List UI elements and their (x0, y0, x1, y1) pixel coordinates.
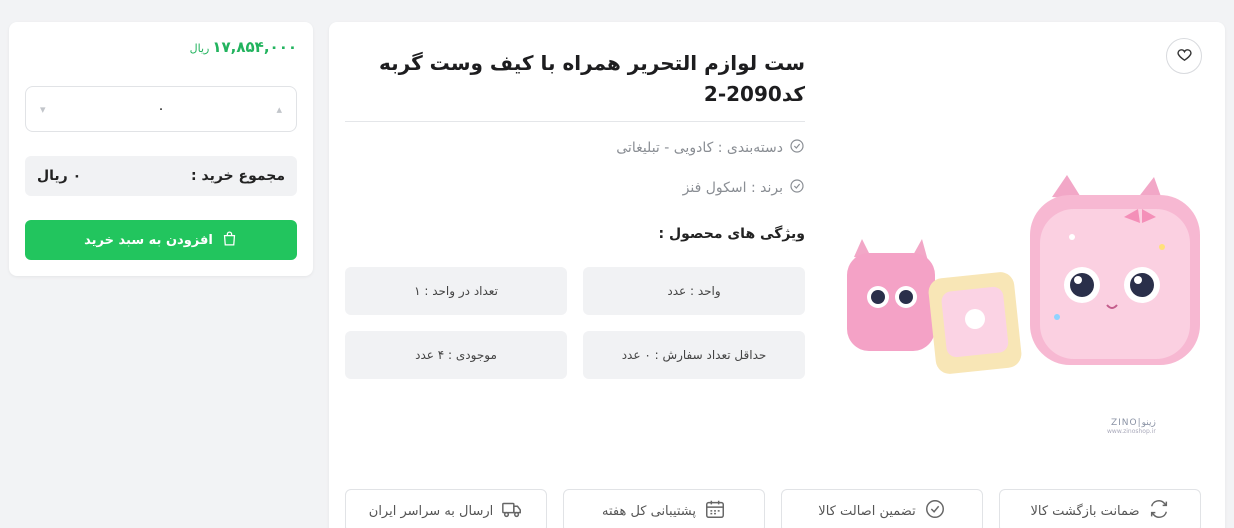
check-circle-icon (789, 178, 805, 198)
truck-icon (501, 498, 523, 524)
image-watermark-logo: ZINO|زینو www.zinoshop.ir (1107, 418, 1156, 435)
add-to-cart-label: افزودن به سبد خرید (84, 232, 213, 248)
add-to-cart-button[interactable]: افزودن به سبد خرید (25, 220, 297, 260)
badge-label: ضمانت بازگشت کالا (1030, 503, 1140, 519)
calendar-icon (704, 498, 726, 524)
stepper-up-icon[interactable]: ▴ (276, 103, 282, 116)
category-text[interactable]: دسته‌بندی : کادویی - تبلیغاتی (616, 140, 783, 156)
price-unit: ریال (189, 42, 210, 55)
divider (345, 121, 805, 122)
price-value: ۱۷,۸۵۴,۰۰۰ (212, 38, 297, 56)
shopping-bag-icon (221, 230, 238, 251)
product-panel: ست لوازم التحریر همراه با کیف وست گربه ک… (329, 22, 1225, 528)
feature-units-per-pack: تعداد در واحد : ۱ (345, 267, 567, 315)
badge-label: پشتیبانی کل هفته (601, 503, 697, 519)
quantity-stepper[interactable]: ▾ ۰ ▴ (25, 86, 297, 132)
shield-check-icon (924, 498, 946, 524)
product-image[interactable] (842, 157, 1202, 387)
brand-text[interactable]: برند : اسکول فنز (683, 180, 783, 196)
logo-text: ZINO|زینو (1110, 418, 1156, 428)
total-row: مجموع خرید : ۰ ریال (25, 156, 297, 196)
badge-nationwide-shipping: ارسال به سراسر ایران (345, 489, 547, 528)
product-title: ست لوازم التحریر همراه با کیف وست گربه ک… (379, 51, 805, 106)
features-title: ویژگی های محصول : (658, 226, 805, 242)
feature-stock: موجودی : ۴ عدد (345, 331, 567, 379)
product-price: ۱۷,۸۵۴,۰۰۰ریال (190, 38, 297, 56)
total-value: ۰ ریال (37, 168, 82, 184)
badge-label: ارسال به سراسر ایران (368, 503, 494, 519)
refresh-icon (1148, 498, 1170, 524)
heart-icon (1176, 46, 1193, 67)
logo-subtext: www.zinoshop.ir (1107, 428, 1156, 435)
badge-return-guarantee: ضمانت بازگشت کالا (999, 489, 1201, 528)
badge-label: تضمین اصالت کالا (818, 503, 916, 519)
feature-unit: واحد : عدد (583, 267, 805, 315)
total-label: مجموع خرید : (191, 168, 285, 184)
feature-min-order: حداقل تعداد سفارش : ۰ عدد (583, 331, 805, 379)
stepper-down-icon[interactable]: ▾ (40, 103, 46, 116)
favorite-button[interactable] (1166, 38, 1202, 74)
badge-authenticity: تضمین اصالت کالا (781, 489, 983, 528)
product-brand: برند : اسکول فنز (345, 178, 805, 198)
product-category: دسته‌بندی : کادویی - تبلیغاتی (345, 138, 805, 158)
check-circle-icon (789, 138, 805, 158)
quantity-value[interactable]: ۰ (157, 101, 165, 117)
cart-panel: ۱۷,۸۵۴,۰۰۰ریال ▾ ۰ ▴ مجموع خرید : ۰ ریال… (9, 22, 313, 276)
badge-weekly-support: پشتیبانی کل هفته (563, 489, 765, 528)
